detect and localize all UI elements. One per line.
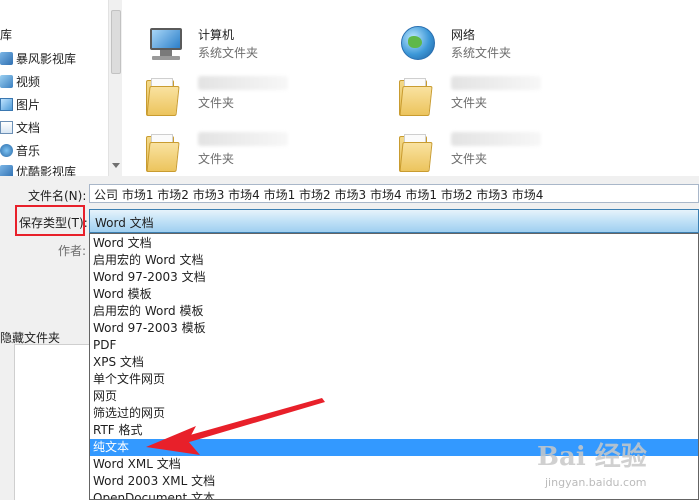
dropdown-option[interactable]: 启用宏的 Word 文档 — [90, 252, 698, 269]
computer-icon — [144, 22, 188, 66]
picture-icon — [0, 97, 13, 111]
browse-area: 库 暴风影视库 视频 图片 文档 音乐 优酷影视库 计算机 系统文件夹 网络 系… — [0, 0, 699, 176]
dropdown-option[interactable]: 网页 — [90, 388, 698, 405]
filename-input[interactable]: 公司 市场1 市场2 市场3 市场4 市场1 市场2 市场3 市场4 市场1 市… — [89, 184, 699, 203]
music-icon — [0, 143, 13, 157]
scroll-down-arrow-icon[interactable] — [112, 163, 120, 168]
dropdown-option[interactable]: Word 97-2003 文档 — [90, 269, 698, 286]
blurred-folder-name — [198, 76, 288, 90]
nav-item-label: 视频 — [16, 74, 41, 89]
nav-item-label: 库 — [0, 27, 13, 42]
watermark-site: jingyan.baidu.com — [545, 476, 647, 489]
baidu-watermark: Bai 经验 jingyan.baidu.com — [537, 436, 697, 496]
folder-icon — [144, 72, 188, 116]
dropdown-option[interactable]: Word 97-2003 模板 — [90, 320, 698, 337]
navigation-pane: 库 暴风影视库 视频 图片 文档 音乐 优酷影视库 — [0, 0, 108, 176]
folder-icon — [144, 128, 188, 172]
video-icon — [0, 74, 13, 88]
dropdown-option[interactable]: 单个文件网页 — [90, 371, 698, 388]
nav-scrollbar[interactable] — [108, 0, 122, 176]
nav-item-label: 优酷影视库 — [16, 164, 77, 177]
tile-folder[interactable]: 文件夹 — [144, 72, 344, 122]
folder-icon — [397, 72, 441, 116]
blurred-folder-name — [198, 132, 288, 146]
tile-type: 系统文件夹 — [198, 46, 259, 60]
tile-type: 文件夹 — [198, 96, 235, 110]
watermark-brand: Bai 经验 — [537, 442, 647, 472]
tile-network[interactable]: 网络 系统文件夹 — [397, 22, 597, 72]
nav-item-youku-library[interactable]: 优酷影视库 — [0, 161, 76, 176]
tile-type: 文件夹 — [451, 96, 488, 110]
filename-label: 文件名(N): — [28, 189, 87, 203]
dropdown-option[interactable]: XPS 文档 — [90, 354, 698, 371]
folder-icon — [397, 128, 441, 172]
nav-item-label: 音乐 — [16, 143, 41, 158]
blurred-folder-name — [451, 76, 541, 90]
dropdown-option[interactable]: 启用宏的 Word 模板 — [90, 303, 698, 320]
tile-type: 文件夹 — [198, 152, 235, 166]
tile-type: 系统文件夹 — [451, 46, 512, 60]
nav-item-video[interactable]: 视频 — [0, 71, 40, 91]
dropdown-option[interactable]: Word 文档 — [90, 235, 698, 252]
nav-item-pictures[interactable]: 图片 — [0, 94, 40, 114]
tile-folder[interactable]: 文件夹 — [397, 72, 597, 122]
author-label: 作者: — [58, 244, 87, 258]
nav-item-label: 图片 — [16, 97, 41, 112]
nav-item-library[interactable]: 库 — [0, 24, 12, 44]
nav-item-label: 文档 — [16, 120, 41, 135]
video-library-icon — [0, 51, 13, 65]
nav-item-music[interactable]: 音乐 — [0, 140, 40, 160]
video-library-icon — [0, 164, 13, 176]
scrollbar-thumb[interactable] — [111, 10, 121, 74]
tile-name: 网络 — [451, 28, 476, 42]
tile-name: 计算机 — [198, 28, 235, 42]
dropdown-option[interactable]: Word 模板 — [90, 286, 698, 303]
tile-computer[interactable]: 计算机 系统文件夹 — [144, 22, 344, 72]
dropdown-option[interactable]: PDF — [90, 337, 698, 354]
savetype-select[interactable]: Word 文档 — [89, 209, 699, 233]
tile-folder[interactable]: 文件夹 — [144, 128, 344, 178]
nav-item-label: 暴风影视库 — [16, 51, 77, 66]
left-panel — [14, 344, 89, 500]
network-globe-icon — [397, 22, 441, 66]
dropdown-option[interactable]: 筛选过的网页 — [90, 405, 698, 422]
tile-folder[interactable]: 文件夹 — [397, 128, 597, 178]
nav-item-documents[interactable]: 文档 — [0, 117, 40, 137]
nav-item-video-library[interactable]: 暴风影视库 — [0, 48, 76, 68]
tile-type: 文件夹 — [451, 152, 488, 166]
highlight-box — [15, 205, 85, 236]
document-icon — [0, 120, 13, 134]
blurred-folder-name — [451, 132, 541, 146]
